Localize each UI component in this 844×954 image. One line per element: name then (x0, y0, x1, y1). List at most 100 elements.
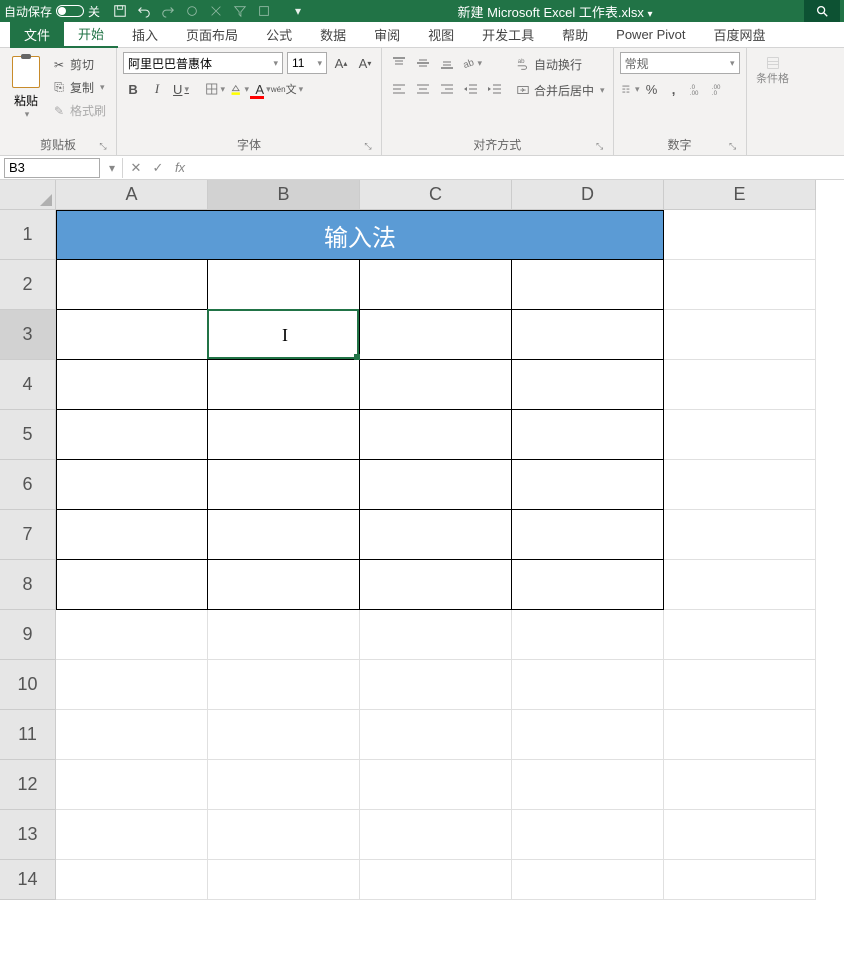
cell-E3[interactable] (664, 310, 816, 360)
qat-icon-2[interactable] (208, 3, 224, 19)
cell-E1[interactable] (664, 210, 816, 260)
cell-A13[interactable] (56, 810, 208, 860)
font-size-select[interactable]: 11▾ (287, 52, 327, 74)
name-box-dropdown[interactable]: ▾ (104, 161, 120, 175)
tab-page-layout[interactable]: 页面布局 (172, 22, 252, 48)
dialog-launcher-icon[interactable]: ⤡ (363, 141, 373, 151)
cell-C14[interactable] (360, 860, 512, 900)
cell-D5[interactable] (512, 410, 664, 460)
cell-B3[interactable] (208, 310, 360, 360)
cell-D13[interactable] (512, 810, 664, 860)
align-top-icon[interactable] (388, 52, 410, 74)
cell-A7[interactable] (56, 510, 208, 560)
align-center-icon[interactable] (412, 78, 434, 100)
tab-file[interactable]: 文件 (10, 22, 64, 48)
decrease-decimal-icon[interactable]: .00.0 (708, 78, 728, 100)
column-head-E[interactable]: E (664, 180, 816, 210)
cell-E12[interactable] (664, 760, 816, 810)
phonetic-button[interactable]: wén文▾ (277, 78, 297, 100)
cell-C4[interactable] (360, 360, 512, 410)
qat-dropdown-icon[interactable]: ▾ (290, 3, 306, 19)
bold-button[interactable]: B (123, 78, 143, 100)
increase-decimal-icon[interactable]: .0.00 (686, 78, 706, 100)
cell-D9[interactable] (512, 610, 664, 660)
cell-C13[interactable] (360, 810, 512, 860)
cell-B14[interactable] (208, 860, 360, 900)
comma-format-icon[interactable]: , (664, 78, 684, 100)
cell-E7[interactable] (664, 510, 816, 560)
row-head-12[interactable]: 12 (0, 760, 56, 810)
undo-icon[interactable] (136, 3, 152, 19)
border-button[interactable]: ▾ (205, 78, 225, 100)
cell-D3[interactable] (512, 310, 664, 360)
cell-D14[interactable] (512, 860, 664, 900)
row-head-2[interactable]: 2 (0, 260, 56, 310)
font-name-select[interactable]: 阿里巴巴普惠体▾ (123, 52, 283, 74)
accounting-format-icon[interactable]: ☶▾ (620, 78, 640, 100)
cell-D2[interactable] (512, 260, 664, 310)
cell-C2[interactable] (360, 260, 512, 310)
cell-E13[interactable] (664, 810, 816, 860)
cell-B9[interactable] (208, 610, 360, 660)
cell-B6[interactable] (208, 460, 360, 510)
fill-color-button[interactable]: ▾ (229, 78, 249, 100)
name-box[interactable]: B3 (4, 158, 100, 178)
cell-E9[interactable] (664, 610, 816, 660)
column-head-C[interactable]: C (360, 180, 512, 210)
row-head-1[interactable]: 1 (0, 210, 56, 260)
row-head-10[interactable]: 10 (0, 660, 56, 710)
row-head-4[interactable]: 4 (0, 360, 56, 410)
cell-C3[interactable] (360, 310, 512, 360)
cell-E2[interactable] (664, 260, 816, 310)
row-head-8[interactable]: 8 (0, 560, 56, 610)
tab-help[interactable]: 帮助 (548, 22, 602, 48)
cell-A5[interactable] (56, 410, 208, 460)
row-head-3[interactable]: 3 (0, 310, 56, 360)
cell-A3[interactable] (56, 310, 208, 360)
cell-A12[interactable] (56, 760, 208, 810)
qat-icon-1[interactable] (184, 3, 200, 19)
align-middle-icon[interactable] (412, 52, 434, 74)
cell-C5[interactable] (360, 410, 512, 460)
paste-button[interactable]: 粘贴 ▾ (6, 52, 46, 132)
cell-E14[interactable] (664, 860, 816, 900)
cell-A11[interactable] (56, 710, 208, 760)
cell-A2[interactable] (56, 260, 208, 310)
tab-insert[interactable]: 插入 (118, 22, 172, 48)
cell-A6[interactable] (56, 460, 208, 510)
autosave-toggle[interactable]: 自动保存 关 (4, 3, 100, 20)
column-head-B[interactable]: B (208, 180, 360, 210)
row-head-7[interactable]: 7 (0, 510, 56, 560)
cell-D12[interactable] (512, 760, 664, 810)
row-head-6[interactable]: 6 (0, 460, 56, 510)
underline-button[interactable]: U▾ (171, 78, 191, 100)
cell-C10[interactable] (360, 660, 512, 710)
decrease-font-icon[interactable]: A▾ (355, 52, 375, 74)
dialog-launcher-icon[interactable]: ⤡ (728, 141, 738, 151)
increase-font-icon[interactable]: A▴ (331, 52, 351, 74)
italic-button[interactable]: I (147, 78, 167, 100)
tab-home[interactable]: 开始 (64, 22, 118, 48)
cell-D7[interactable] (512, 510, 664, 560)
cancel-formula-icon[interactable]: ✕ (125, 158, 147, 178)
cell-C7[interactable] (360, 510, 512, 560)
row-head-5[interactable]: 5 (0, 410, 56, 460)
cell-B4[interactable] (208, 360, 360, 410)
cell-D10[interactable] (512, 660, 664, 710)
row-head-14[interactable]: 14 (0, 860, 56, 900)
cell-B10[interactable] (208, 660, 360, 710)
cell-A9[interactable] (56, 610, 208, 660)
cell-A4[interactable] (56, 360, 208, 410)
cell-C8[interactable] (360, 560, 512, 610)
tab-view[interactable]: 视图 (414, 22, 468, 48)
cell-D11[interactable] (512, 710, 664, 760)
dialog-launcher-icon[interactable]: ⤡ (595, 141, 605, 151)
align-right-icon[interactable] (436, 78, 458, 100)
cell-D6[interactable] (512, 460, 664, 510)
column-head-A[interactable]: A (56, 180, 208, 210)
copy-button[interactable]: ⎘复制▾ (48, 77, 110, 98)
cell-B13[interactable] (208, 810, 360, 860)
fx-icon[interactable]: fx (169, 158, 191, 178)
tab-powerpivot[interactable]: Power Pivot (602, 22, 699, 48)
cell-C9[interactable] (360, 610, 512, 660)
